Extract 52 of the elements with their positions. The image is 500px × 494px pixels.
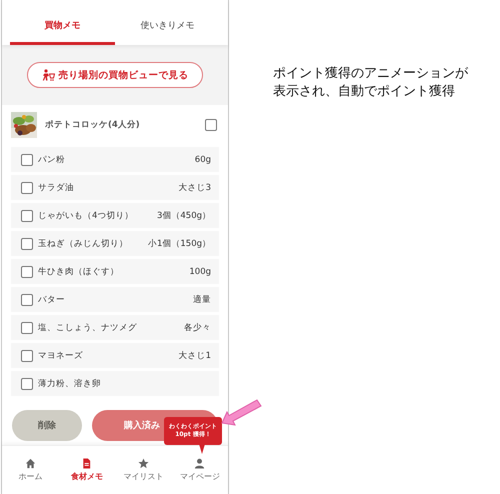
checkbox[interactable] xyxy=(21,294,33,306)
ingredient-name: サラダ油 xyxy=(38,182,75,194)
ingredient-row[interactable]: 塩、こしょう、ナツメグ 各少々 xyxy=(11,315,219,340)
person-icon xyxy=(194,458,206,469)
ingredient-name: じゃがいも（4つ切り） xyxy=(38,210,134,222)
ingredient-name: 塩、こしょう、ナツメグ xyxy=(38,322,138,334)
ingredient-row[interactable]: 薄力粉、溶き卵 xyxy=(11,371,219,396)
ingredient-name: マヨネーズ xyxy=(38,350,84,362)
arrow-icon xyxy=(221,398,263,426)
ingredient-amount: 3個（450g） xyxy=(156,210,211,222)
nav-item[interactable]: ホーム xyxy=(2,446,58,494)
checkbox[interactable] xyxy=(21,210,33,222)
ingredient-row[interactable]: サラダ油 大さじ3 xyxy=(11,175,219,200)
recipe-name: ポテトコロッケ(4人分) xyxy=(45,119,141,131)
ingredient-amount: 60g xyxy=(194,154,211,164)
checkbox[interactable] xyxy=(21,350,33,362)
tab[interactable]: 使いきりメモ xyxy=(115,0,220,45)
sales-floor-view-button[interactable]: 売り場別の買物ビューで見る xyxy=(27,62,203,88)
ingredient-amount: 100g xyxy=(189,266,211,276)
checkbox[interactable] xyxy=(21,154,33,166)
checkbox[interactable] xyxy=(21,182,33,194)
ingredient-amount: 小1個（150g） xyxy=(148,238,211,250)
annotation-text: ポイント獲得のアニメーションが xyxy=(273,65,468,83)
delete-button[interactable]: 削除 xyxy=(12,410,82,441)
ingredient-name: バター xyxy=(38,294,66,306)
checkbox[interactable] xyxy=(21,378,33,390)
nav-item[interactable]: マイページ xyxy=(172,446,228,494)
ingredient-name: パン粉 xyxy=(38,154,66,166)
ingredient-row[interactable]: マヨネーズ 大さじ1 xyxy=(11,343,219,368)
checkbox[interactable] xyxy=(21,238,33,250)
ingredient-amount: 適量 xyxy=(193,294,211,306)
ingredient-amount: 大さじ1 xyxy=(178,350,211,362)
nav-item[interactable]: マイリスト xyxy=(115,446,172,494)
ingredient-row[interactable]: じゃがいも（4つ切り） 3個（450g） xyxy=(11,203,219,228)
nav-item[interactable]: 食材メモ xyxy=(58,446,115,494)
ingredient-row[interactable]: バター 適量 xyxy=(11,287,219,312)
ingredient-row[interactable]: 牛ひき肉（ほぐす） 100g xyxy=(11,259,219,284)
ingredient-row[interactable]: パン粉 60g xyxy=(11,147,219,172)
ingredient-row[interactable]: 玉ねぎ（みじん切り） 小1個（150g） xyxy=(11,231,219,256)
ingredient-name: 牛ひき肉（ほぐす） xyxy=(38,266,120,278)
ingredient-name: 薄力粉、溶き卵 xyxy=(38,378,102,390)
checkbox[interactable] xyxy=(205,119,217,131)
checkbox[interactable] xyxy=(21,322,33,334)
document-icon xyxy=(81,458,92,469)
ingredient-amount: 各少々 xyxy=(184,322,211,334)
annotation-text: 表示され、自動でポイント獲得 xyxy=(273,83,456,102)
home-icon xyxy=(24,458,36,469)
ingredient-amount: 大さじ3 xyxy=(178,182,211,194)
shopper-icon xyxy=(42,69,54,81)
star-icon xyxy=(138,458,149,469)
ingredient-name: 玉ねぎ（みじん切り） xyxy=(38,238,129,250)
checkbox[interactable] xyxy=(21,266,33,278)
